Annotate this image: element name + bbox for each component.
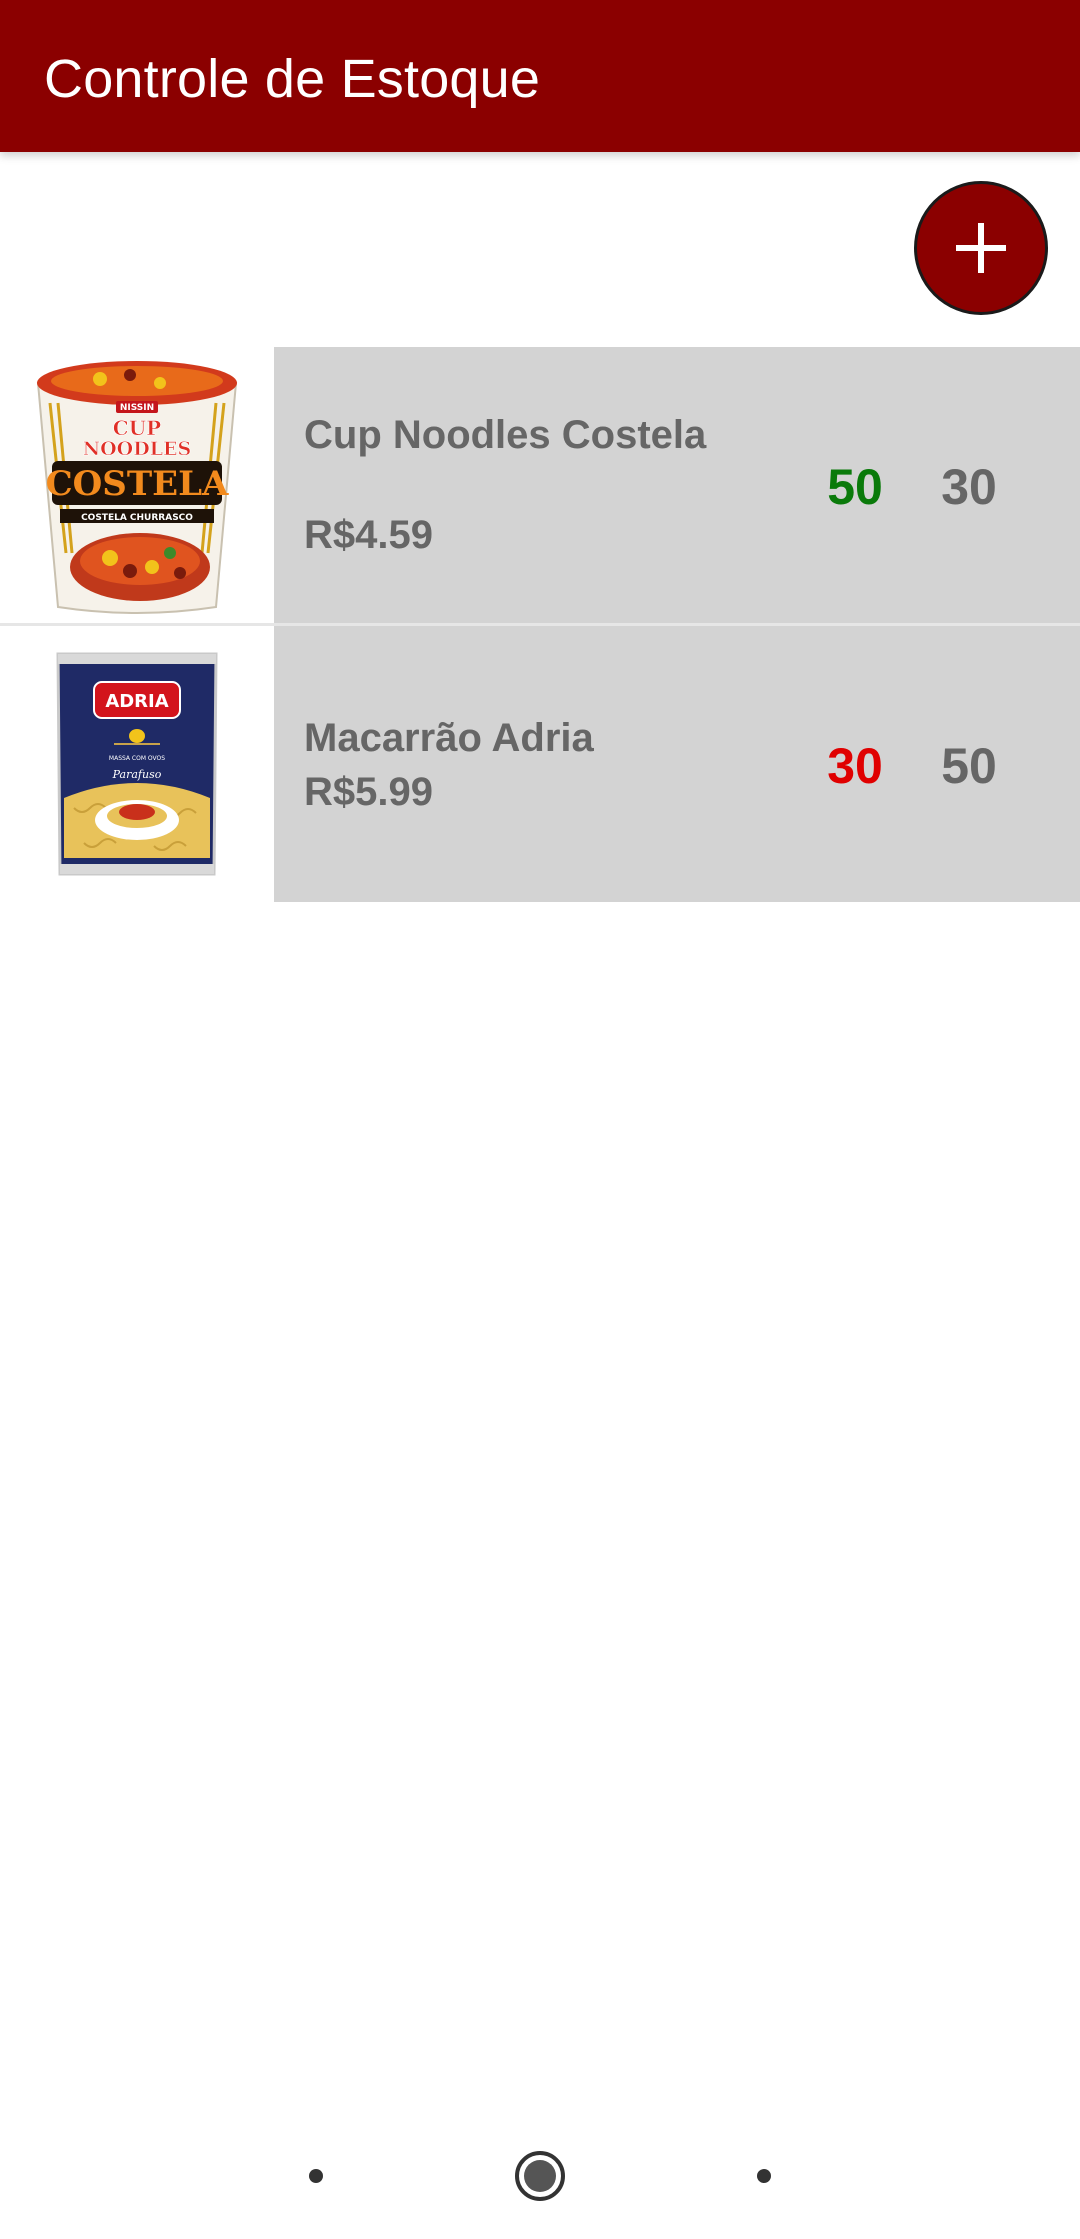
product-image: NISSIN CUP NOODLES COSTELA COSTELA CHURR… xyxy=(0,347,274,623)
add-product-button[interactable] xyxy=(914,181,1048,315)
app-title: Controle de Estoque xyxy=(44,49,541,109)
svg-text:COSTELA: COSTELA xyxy=(46,464,229,504)
product-name: Macarrão Adria xyxy=(304,716,594,760)
product-info: Macarrão Adria R$5.99 30 50 xyxy=(274,626,1080,902)
product-price: R$4.59 xyxy=(304,513,433,557)
svg-text:NOODLES: NOODLES xyxy=(83,438,192,460)
svg-text:ADRIA: ADRIA xyxy=(105,691,168,712)
app-bar: Controle de Estoque xyxy=(0,0,1080,152)
product-row[interactable]: NISSIN CUP NOODLES COSTELA COSTELA CHURR… xyxy=(0,347,1080,626)
product-price: R$5.99 xyxy=(304,770,433,814)
stock-minimum: 30 xyxy=(941,459,997,515)
recents-dot-icon[interactable] xyxy=(757,2169,771,2183)
product-info: Cup Noodles Costela R$4.59 50 30 xyxy=(274,347,1080,623)
product-name: Cup Noodles Costela xyxy=(304,413,707,457)
product-list: NISSIN CUP NOODLES COSTELA COSTELA CHURR… xyxy=(0,347,1080,902)
stock-quantity: 50 xyxy=(827,459,883,515)
stock-quantity: 30 xyxy=(827,738,883,794)
svg-text:Parafuso: Parafuso xyxy=(112,768,162,781)
svg-text:COSTELA CHURRASCO: COSTELA CHURRASCO xyxy=(81,513,193,523)
macarrao-adria-image: ADRIA MASSA COM OVOS Parafuso xyxy=(56,652,218,876)
svg-text:CUP: CUP xyxy=(113,416,161,440)
cup-noodles-image: NISSIN CUP NOODLES COSTELA COSTELA CHURR… xyxy=(36,361,238,614)
stock-minimum: 50 xyxy=(941,738,997,794)
home-icon-inner xyxy=(524,2160,556,2192)
product-row[interactable]: ADRIA MASSA COM OVOS Parafuso Macarrão A… xyxy=(0,626,1080,902)
svg-text:MASSA COM OVOS: MASSA COM OVOS xyxy=(109,755,165,762)
plus-icon xyxy=(956,223,1006,273)
back-dot-icon[interactable] xyxy=(309,2169,323,2183)
product-image: ADRIA MASSA COM OVOS Parafuso xyxy=(0,626,274,902)
svg-text:NISSIN: NISSIN xyxy=(120,403,154,413)
system-nav-bar xyxy=(0,2120,1080,2239)
home-icon[interactable] xyxy=(515,2151,565,2201)
